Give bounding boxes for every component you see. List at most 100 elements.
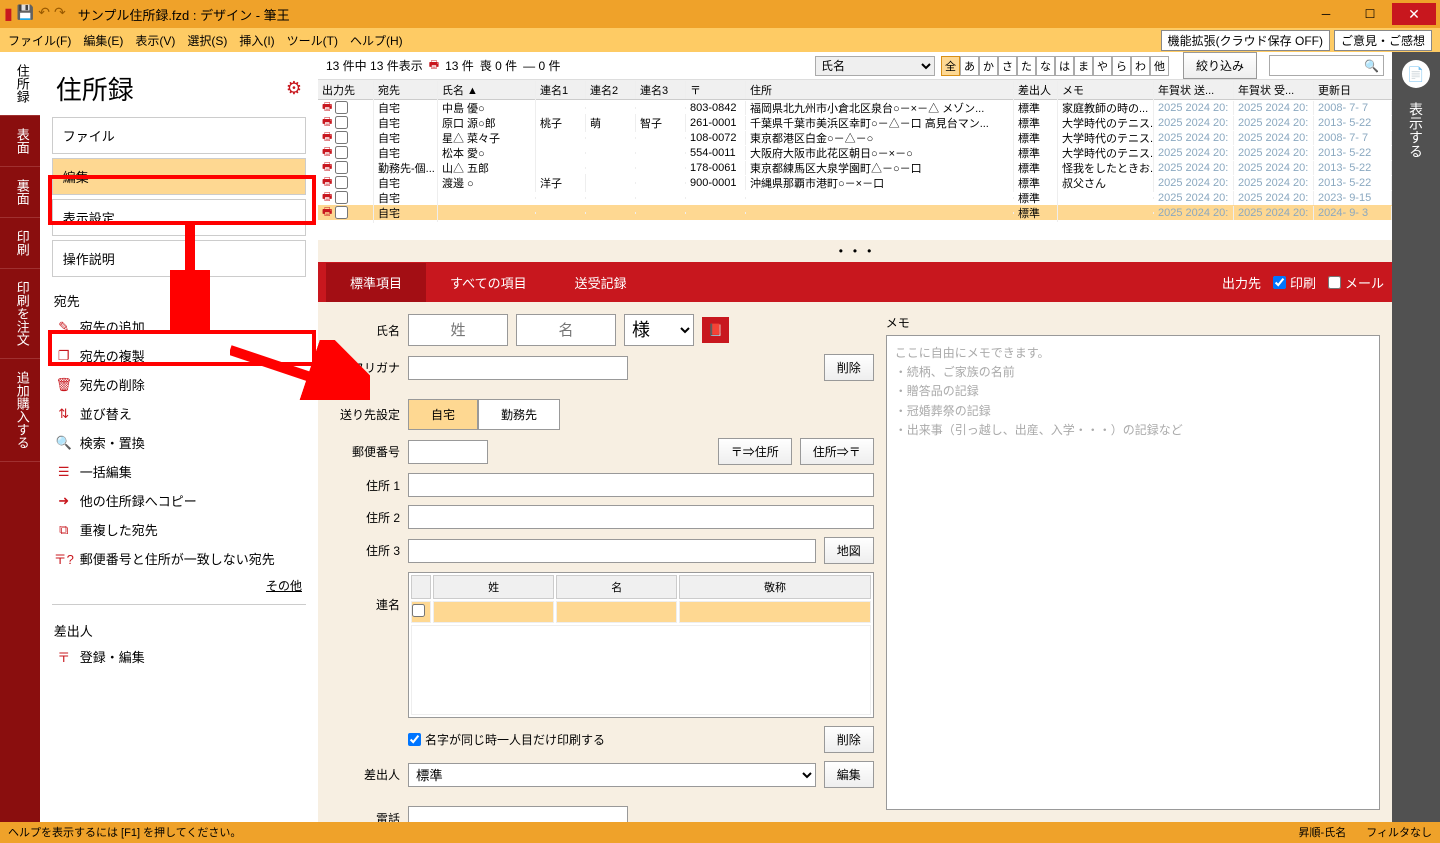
sonota-link[interactable]: その他 (52, 573, 306, 598)
yuubin-input[interactable] (408, 440, 488, 464)
menu-view[interactable]: 表示(V) (135, 32, 175, 49)
table-row[interactable]: 🖶 自宅標準2025 2024 20:2025 2024 20:2023- 9-… (318, 190, 1392, 205)
yuubin-fuicchi-item[interactable]: 〒? 郵便番号と住所が一致しない宛先 (52, 544, 306, 573)
tab-ura[interactable]: 裏面 (0, 167, 40, 218)
search-field-select[interactable]: 氏名 (815, 56, 935, 76)
kana-ka[interactable]: か (979, 56, 998, 76)
search-input[interactable] (1270, 56, 1360, 75)
insatsu-checkbox[interactable]: 印刷 (1273, 273, 1316, 292)
goiken-button[interactable]: ご意見・ご感想 (1334, 30, 1432, 51)
sidebar-sousa-btn[interactable]: 操作説明 (52, 240, 306, 277)
data-grid[interactable]: 出力先 宛先 氏名 ▲ 連名1 連名2 連名3 〒 住所 差出人 メモ 年賀状 … (318, 80, 1392, 240)
jitaku-toggle[interactable]: 自宅 (408, 399, 478, 430)
sidebar-file-btn[interactable]: ファイル (52, 117, 306, 154)
mail-checkbox[interactable]: メール (1328, 273, 1384, 292)
helper-tab[interactable]: 📄 表示する (1392, 52, 1440, 822)
table-row[interactable]: 🖶 自宅渡邊 ○洋子900-0001沖縄県那覇市港町○－×－口標準叔父さん202… (318, 175, 1392, 190)
hdr-ren1[interactable]: 連名1 (536, 81, 586, 99)
hdr-dest[interactable]: 宛先 (374, 81, 438, 99)
sashidashi-select[interactable]: 標準 (408, 763, 816, 787)
ikkatsu-item[interactable]: ☰ 一括編集 (52, 457, 306, 486)
menu-select[interactable]: 選択(S) (187, 32, 227, 49)
hdr-addr[interactable]: 住所 (746, 81, 1014, 99)
tab-tsuika-kounyu[interactable]: 追加購入する (0, 359, 40, 462)
kinmusaki-toggle[interactable]: 勤務先 (478, 399, 560, 430)
tab-all[interactable]: すべての項目 (426, 263, 551, 302)
atesaki-copy-item[interactable]: ❐ 宛先の複製 (52, 341, 306, 370)
hdr-ny1[interactable]: 年賀状 送... (1154, 81, 1234, 99)
kensaku-item[interactable]: 🔍 検索・置換 (52, 428, 306, 457)
shiborikomi-btn[interactable]: 絞り込み (1183, 52, 1257, 79)
menu-tool[interactable]: ツール(T) (287, 32, 338, 49)
tab-insatsu[interactable]: 印刷 (0, 218, 40, 269)
keisho-select[interactable]: 様 (624, 314, 694, 346)
atesaki-add-item[interactable]: ✎ 宛先の追加 (52, 312, 306, 341)
sakujo-btn[interactable]: 削除 (824, 354, 874, 381)
kana-ya[interactable]: や (1093, 56, 1112, 76)
addr3-input[interactable] (408, 539, 816, 563)
atesaki-del-item[interactable]: 🗑 宛先の削除 (52, 370, 306, 399)
narabikae-item[interactable]: ⇅ 並び替え (52, 399, 306, 428)
search-icon-btn[interactable]: 🔍 (1360, 57, 1383, 75)
menu-insert[interactable]: 挿入(I) (239, 32, 274, 49)
table-row[interactable]: 🖶 自宅標準2025 2024 20:2025 2024 20:2024- 9-… (318, 205, 1392, 220)
renmei-row-check[interactable] (412, 604, 425, 617)
sidebar-edit-btn[interactable]: 編集 (52, 158, 306, 195)
renmei-label: 連名 (330, 572, 400, 613)
mei-input[interactable] (516, 314, 616, 346)
hoka-copy-item[interactable]: ➜ 他の住所録へコピー (52, 486, 306, 515)
redo-icon[interactable]: ↷ (54, 4, 66, 24)
addressbook-icon[interactable]: 📕 (702, 317, 729, 343)
kana-a[interactable]: あ (960, 56, 979, 76)
kakucho-button[interactable]: 機能拡張(クラウド保存 OFF) (1161, 30, 1330, 51)
kana-sa[interactable]: さ (998, 56, 1017, 76)
hdr-upd[interactable]: 更新日 (1314, 81, 1392, 99)
hdr-ren3[interactable]: 連名3 (636, 81, 686, 99)
kana-wa[interactable]: わ (1131, 56, 1150, 76)
hdr-ren2[interactable]: 連名2 (586, 81, 636, 99)
kana-ta[interactable]: た (1017, 56, 1036, 76)
minimize-button[interactable]: ─ (1304, 3, 1348, 25)
chizu-btn[interactable]: 地図 (824, 537, 874, 564)
kana-ha[interactable]: は (1055, 56, 1074, 76)
menu-help[interactable]: ヘルプ(H) (350, 32, 403, 49)
memo-textarea[interactable]: ここに自由にメモできます。 ・続柄、ご家族の名前 ・贈答品の記録 ・冠婚葬祭の記… (886, 335, 1380, 810)
menu-edit[interactable]: 編集(E) (83, 32, 123, 49)
kana-na[interactable]: な (1036, 56, 1055, 76)
tab-insatsu-chumon[interactable]: 印刷を注文 (0, 269, 40, 359)
addr-to-zip-btn[interactable]: 住所⇒〒 (800, 438, 874, 465)
close-button[interactable]: ✕ (1392, 3, 1436, 25)
moji-doji-checkbox[interactable]: 名字が同じ時一人目だけ印刷する (408, 731, 605, 748)
renmei-sakujo-btn[interactable]: 削除 (824, 726, 874, 753)
zip-to-addr-btn[interactable]: 〒⇒住所 (718, 438, 792, 465)
addr1-input[interactable] (408, 473, 874, 497)
hdr-ny2[interactable]: 年賀状 受... (1234, 81, 1314, 99)
sei-input[interactable] (408, 314, 508, 346)
addr2-input[interactable] (408, 505, 874, 529)
furigana-input[interactable] (408, 356, 628, 380)
kana-ma[interactable]: ま (1074, 56, 1093, 76)
denwa-input[interactable] (408, 806, 628, 822)
kana-all[interactable]: 全 (941, 56, 960, 76)
touroku-item[interactable]: 〒 登録・編集 (52, 642, 306, 671)
renmei-table[interactable]: 姓名敬称 (408, 572, 874, 718)
menu-file[interactable]: ファイル(F) (8, 32, 71, 49)
hdr-name[interactable]: 氏名 ▲ (438, 81, 536, 99)
save-icon[interactable]: 💾 (17, 4, 34, 24)
hdr-out[interactable]: 出力先 (318, 81, 374, 99)
tab-jushoroku[interactable]: 住所録 (0, 52, 40, 116)
juufuku-item[interactable]: ⧉ 重複した宛先 (52, 515, 306, 544)
sidebar-display-btn[interactable]: 表示設定 (52, 199, 306, 236)
undo-icon[interactable]: ↶ (38, 4, 50, 24)
gear-icon[interactable]: ⚙ (286, 78, 302, 99)
hdr-sender[interactable]: 差出人 (1014, 81, 1058, 99)
tab-soju[interactable]: 送受記録 (551, 263, 651, 302)
hdr-memo[interactable]: メモ (1058, 81, 1154, 99)
kana-other[interactable]: 他 (1150, 56, 1169, 76)
tab-omote[interactable]: 表面 (0, 116, 40, 167)
hdr-zip[interactable]: 〒 (686, 81, 746, 99)
henshuu-btn[interactable]: 編集 (824, 761, 874, 788)
tab-standard[interactable]: 標準項目 (326, 263, 426, 302)
kana-ra[interactable]: ら (1112, 56, 1131, 76)
maximize-button[interactable]: ☐ (1348, 3, 1392, 25)
